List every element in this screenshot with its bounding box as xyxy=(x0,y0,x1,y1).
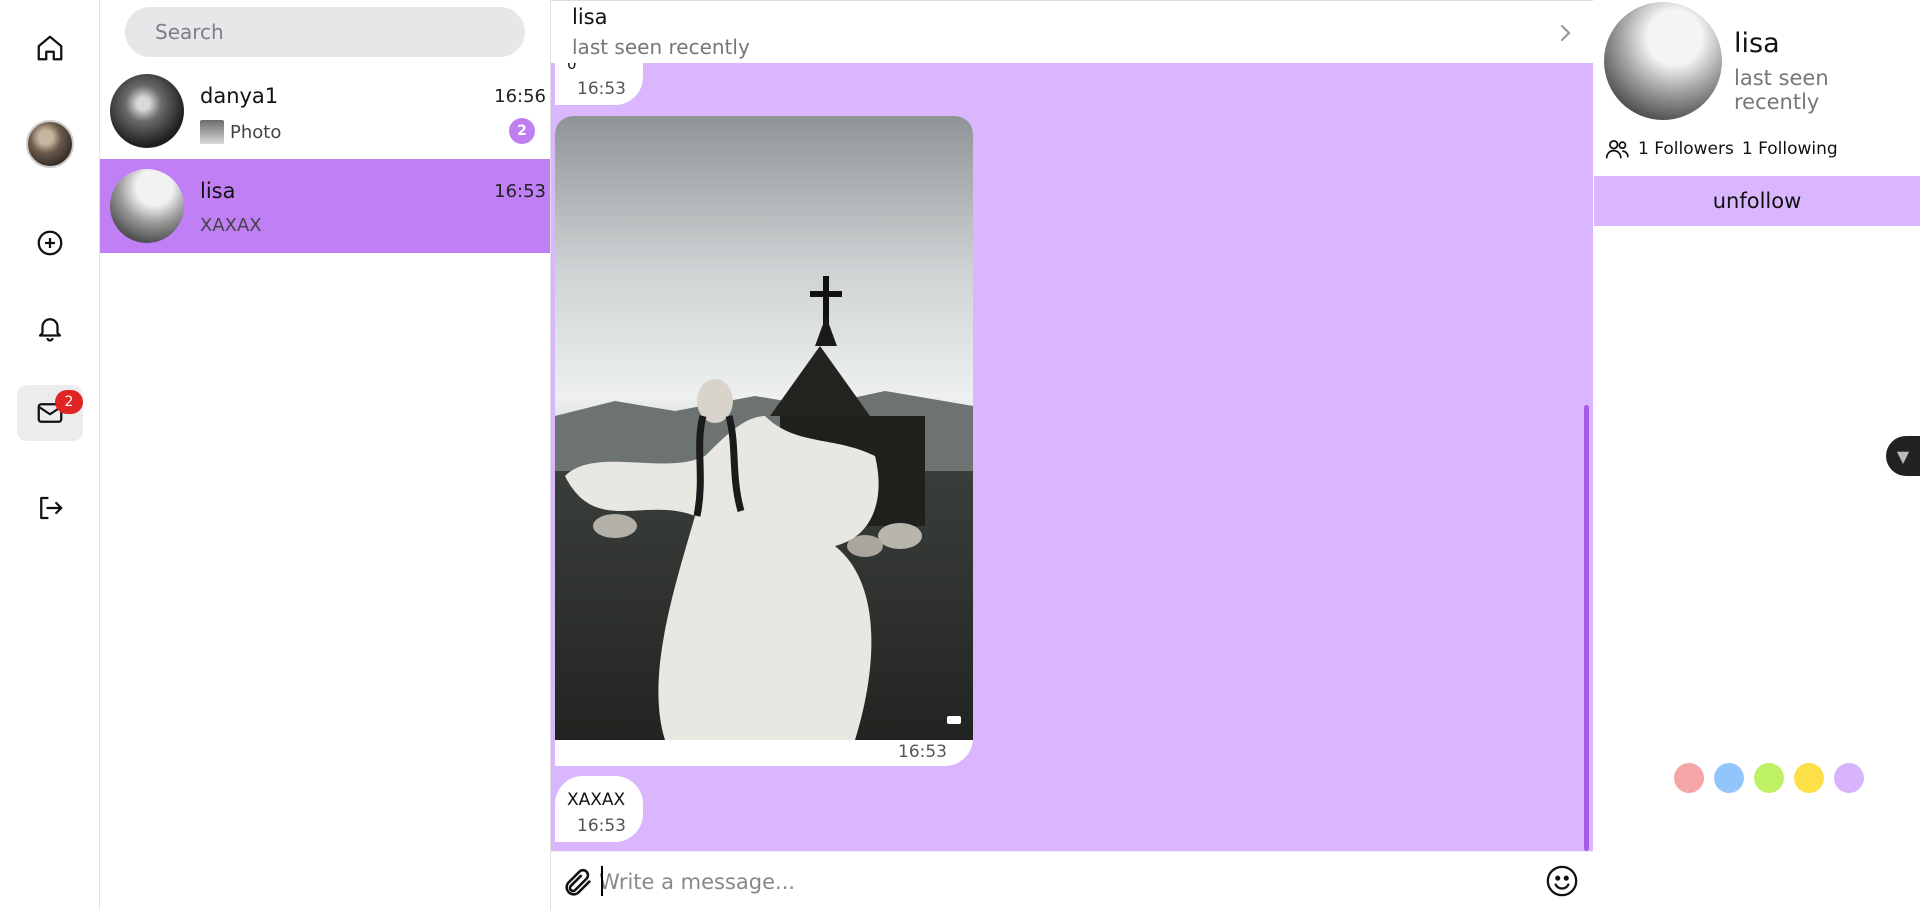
conversation-status: last seen recently xyxy=(572,35,750,59)
photo-message[interactable]: 16:53 xyxy=(555,116,973,766)
message-time: 16:53 xyxy=(577,816,626,836)
following-count[interactable]: 1 Following xyxy=(1742,139,1838,159)
chat-preview: Photo xyxy=(200,120,281,144)
add-icon xyxy=(37,230,63,256)
theme-color-red[interactable] xyxy=(1674,763,1704,793)
theme-color-yellow[interactable] xyxy=(1794,763,1824,793)
notifications-button[interactable] xyxy=(17,300,83,356)
unread-badge: 2 xyxy=(509,118,535,144)
message-composer xyxy=(551,851,1593,910)
message-time: 16:53 xyxy=(577,79,626,99)
profile-panel-avatar xyxy=(1604,2,1722,120)
messages-badge: 2 xyxy=(55,390,83,414)
conversation: lisa last seen recently 0 16:53 16:53 XA… xyxy=(551,0,1593,910)
side-panel-handle[interactable]: ▼ xyxy=(1886,436,1920,476)
chat-name: lisa xyxy=(200,179,236,203)
home-button[interactable] xyxy=(17,20,83,76)
message-input[interactable] xyxy=(599,864,1499,900)
chat-time: 16:56 xyxy=(494,86,546,107)
chat-preview: XAXAX xyxy=(200,215,262,236)
chat-list: danya1 16:56 Photo 2 lisa 16:53 XAXAX xyxy=(100,0,551,910)
theme-color-picker xyxy=(1674,763,1864,793)
theme-color-green[interactable] xyxy=(1754,763,1784,793)
chat-item-danya1[interactable]: danya1 16:56 Photo 2 xyxy=(100,64,550,158)
chat-preview-text: XAXAX xyxy=(200,215,262,236)
theme-color-purple[interactable] xyxy=(1834,763,1864,793)
messages-button[interactable]: 2 xyxy=(17,385,83,441)
followers-count[interactable]: 1 Followers xyxy=(1638,139,1734,159)
chat-name: danya1 xyxy=(200,84,279,108)
chevron-down-icon: ▼ xyxy=(1896,446,1910,466)
photo-image xyxy=(555,116,973,740)
message-text: XAXAX xyxy=(567,790,626,810)
message-scrollbar[interactable] xyxy=(1584,405,1589,851)
logout-button[interactable] xyxy=(17,480,83,536)
profile-name: lisa xyxy=(1734,28,1780,59)
theme-color-blue[interactable] xyxy=(1714,763,1744,793)
message-area[interactable]: 0 16:53 16:53 XAXAX 16:53 xyxy=(551,63,1593,851)
photo-thumbnail xyxy=(200,120,224,144)
nav-rail: 2 xyxy=(0,0,100,910)
home-icon xyxy=(37,35,63,61)
chat-preview-text: Photo xyxy=(230,121,282,143)
message-photo[interactable] xyxy=(555,116,973,740)
emoji-icon[interactable] xyxy=(1545,864,1579,898)
text-caret xyxy=(601,866,603,896)
conversation-title: lisa xyxy=(572,5,608,29)
message-bubble[interactable]: 0 16:53 xyxy=(555,63,643,105)
search-input[interactable] xyxy=(125,7,525,57)
add-button[interactable] xyxy=(17,215,83,271)
message-time: 16:53 xyxy=(898,742,947,762)
message-text: 0 xyxy=(567,63,577,73)
profile-avatar[interactable] xyxy=(26,120,74,168)
avatar xyxy=(110,169,184,243)
chat-item-lisa[interactable]: lisa 16:53 XAXAX xyxy=(100,159,550,253)
app: 2 danya1 16:56 Photo 2 lisa 16:53 XAXAX xyxy=(0,0,1920,910)
chevron-right-icon[interactable] xyxy=(1553,21,1577,45)
avatar xyxy=(110,74,184,148)
message-bubble[interactable]: XAXAX 16:53 xyxy=(555,776,643,842)
bell-icon xyxy=(38,318,62,342)
users-icon xyxy=(1605,140,1629,159)
profile-status: last seen recently xyxy=(1734,66,1829,114)
follow-stats: 1 Followers 1 Following xyxy=(1604,136,1838,162)
logout-icon xyxy=(40,496,63,520)
profile-panel: lisa last seen recently 1 Followers 1 Fo… xyxy=(1594,0,1920,910)
unfollow-button[interactable]: unfollow xyxy=(1594,176,1920,226)
chat-time: 16:53 xyxy=(494,181,546,202)
conversation-header[interactable]: lisa last seen recently xyxy=(551,0,1593,63)
attach-icon[interactable] xyxy=(561,866,595,900)
